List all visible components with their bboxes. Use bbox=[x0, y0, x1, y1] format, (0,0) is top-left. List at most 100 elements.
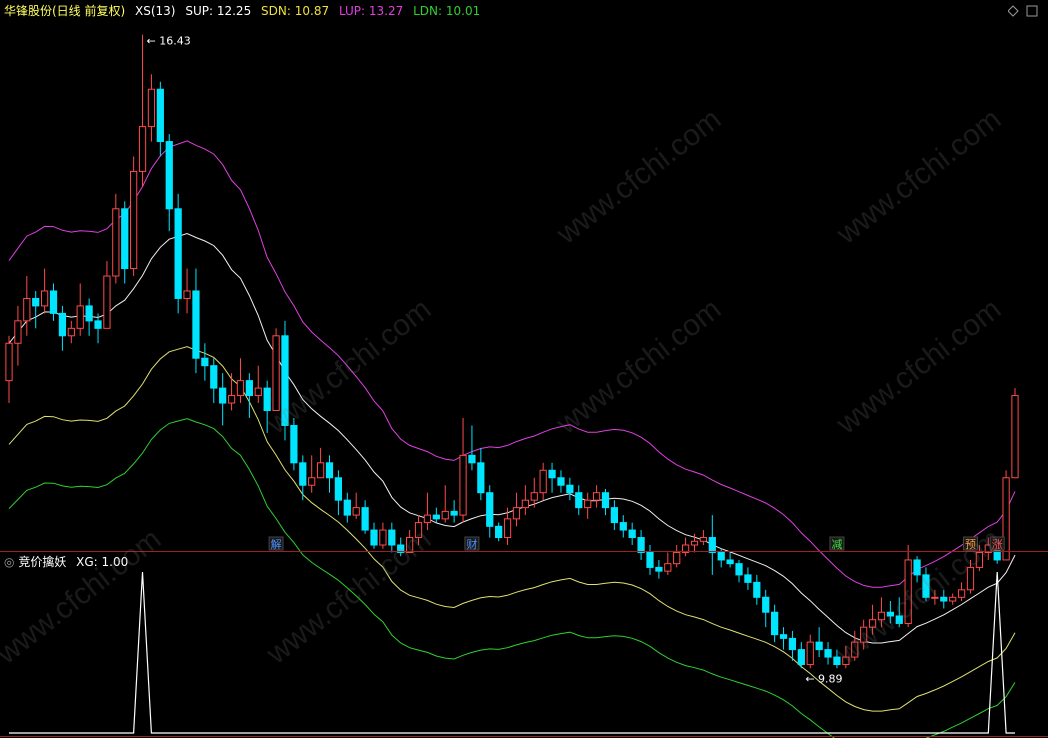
candle-body bbox=[619, 522, 627, 531]
candle bbox=[512, 492, 521, 527]
candle-body bbox=[23, 297, 31, 322]
candle-body bbox=[210, 365, 218, 389]
candle-body bbox=[601, 492, 610, 509]
candle-body bbox=[655, 566, 663, 572]
candle bbox=[183, 268, 191, 314]
candle bbox=[486, 485, 494, 538]
candle-body bbox=[503, 518, 512, 539]
candle-body bbox=[103, 275, 111, 329]
low-price-label: ← 9.89 bbox=[805, 672, 842, 685]
candle bbox=[539, 462, 547, 501]
candle-body bbox=[138, 126, 147, 172]
candle bbox=[23, 276, 31, 336]
candle bbox=[236, 358, 245, 404]
candle bbox=[459, 417, 467, 523]
candle bbox=[708, 515, 716, 575]
candle-body bbox=[236, 380, 245, 397]
candle bbox=[753, 574, 761, 605]
candle bbox=[343, 492, 351, 523]
candle bbox=[272, 328, 280, 412]
diamond-icon[interactable] bbox=[1008, 5, 1019, 17]
candle-body bbox=[192, 290, 200, 359]
candle-body bbox=[797, 649, 805, 666]
candle-body bbox=[557, 477, 565, 486]
candle bbox=[673, 545, 681, 568]
candle bbox=[219, 373, 227, 426]
candle-body bbox=[121, 208, 129, 270]
candle-body bbox=[316, 462, 325, 479]
candle bbox=[32, 290, 40, 329]
candle-body bbox=[548, 469, 556, 479]
candle bbox=[468, 425, 476, 471]
candle-body bbox=[486, 492, 494, 527]
sdn-label: SDN: bbox=[261, 4, 291, 18]
candle-body bbox=[459, 454, 467, 516]
candle bbox=[227, 373, 236, 411]
candle bbox=[379, 522, 387, 549]
candle-body bbox=[325, 462, 334, 479]
candle-body bbox=[379, 529, 387, 546]
candle-body bbox=[183, 290, 191, 299]
candle-body bbox=[735, 563, 743, 576]
candle-body bbox=[1011, 395, 1019, 479]
chart-header: 华锋股份(日线 前复权) XS(13) SUP: 12.25 SDN: 10.8… bbox=[4, 4, 480, 18]
candle-body bbox=[130, 170, 138, 270]
candle-body bbox=[824, 649, 832, 658]
candle-body bbox=[779, 634, 788, 639]
candle-body bbox=[726, 559, 734, 565]
candle bbox=[85, 298, 93, 336]
candlesticks: ← 16.43← 9.89解财减预涨 bbox=[5, 34, 1019, 685]
sup-label: SUP: bbox=[185, 4, 214, 18]
collapse-icon[interactable]: ◎ bbox=[4, 555, 14, 569]
candle-body bbox=[147, 88, 156, 128]
candle-body bbox=[343, 499, 351, 516]
candle bbox=[121, 201, 129, 284]
candle bbox=[699, 530, 708, 545]
candle bbox=[628, 522, 636, 545]
indicator-name[interactable]: XS(13) bbox=[135, 4, 175, 18]
candle-body bbox=[592, 492, 601, 501]
candle-body bbox=[913, 559, 921, 576]
candle-body bbox=[539, 469, 547, 494]
candle-body bbox=[85, 305, 93, 322]
candle-body bbox=[32, 297, 40, 307]
candle bbox=[138, 34, 147, 187]
stock-name[interactable]: 华锋股份(日线 前复权) bbox=[4, 4, 125, 18]
candle-body bbox=[156, 88, 164, 143]
candle bbox=[130, 156, 138, 277]
candle-body bbox=[174, 208, 182, 299]
candle bbox=[352, 492, 360, 519]
candle-body bbox=[833, 656, 841, 666]
candle-body bbox=[673, 551, 681, 565]
candle bbox=[601, 488, 610, 516]
candle-body bbox=[584, 499, 592, 509]
candle-body bbox=[441, 510, 449, 520]
candle-body bbox=[699, 537, 708, 542]
candle-body bbox=[334, 477, 343, 501]
candle bbox=[566, 477, 574, 501]
candle-body bbox=[299, 462, 307, 486]
candle-body bbox=[949, 596, 957, 602]
candle-body bbox=[957, 589, 966, 598]
square-icon[interactable] bbox=[1026, 5, 1038, 17]
candle bbox=[521, 485, 529, 516]
candle bbox=[548, 462, 556, 493]
sub-indicator-name[interactable]: 竞价擒妖 bbox=[18, 555, 66, 569]
candle bbox=[156, 81, 164, 157]
candle bbox=[637, 530, 645, 560]
candle-body bbox=[308, 477, 316, 486]
candle bbox=[423, 492, 432, 531]
candle bbox=[735, 559, 743, 583]
lup-label: LUP: bbox=[338, 4, 366, 18]
candle bbox=[495, 522, 503, 542]
ldn-label: LDN: bbox=[413, 4, 443, 18]
candle bbox=[681, 537, 690, 557]
candle-body bbox=[450, 510, 458, 516]
candle-body bbox=[521, 499, 529, 509]
candle bbox=[112, 193, 120, 284]
candle bbox=[5, 335, 13, 404]
candle-body bbox=[219, 387, 227, 404]
candle-body bbox=[575, 492, 583, 509]
candle-body bbox=[690, 540, 699, 546]
candle-body bbox=[806, 641, 814, 666]
